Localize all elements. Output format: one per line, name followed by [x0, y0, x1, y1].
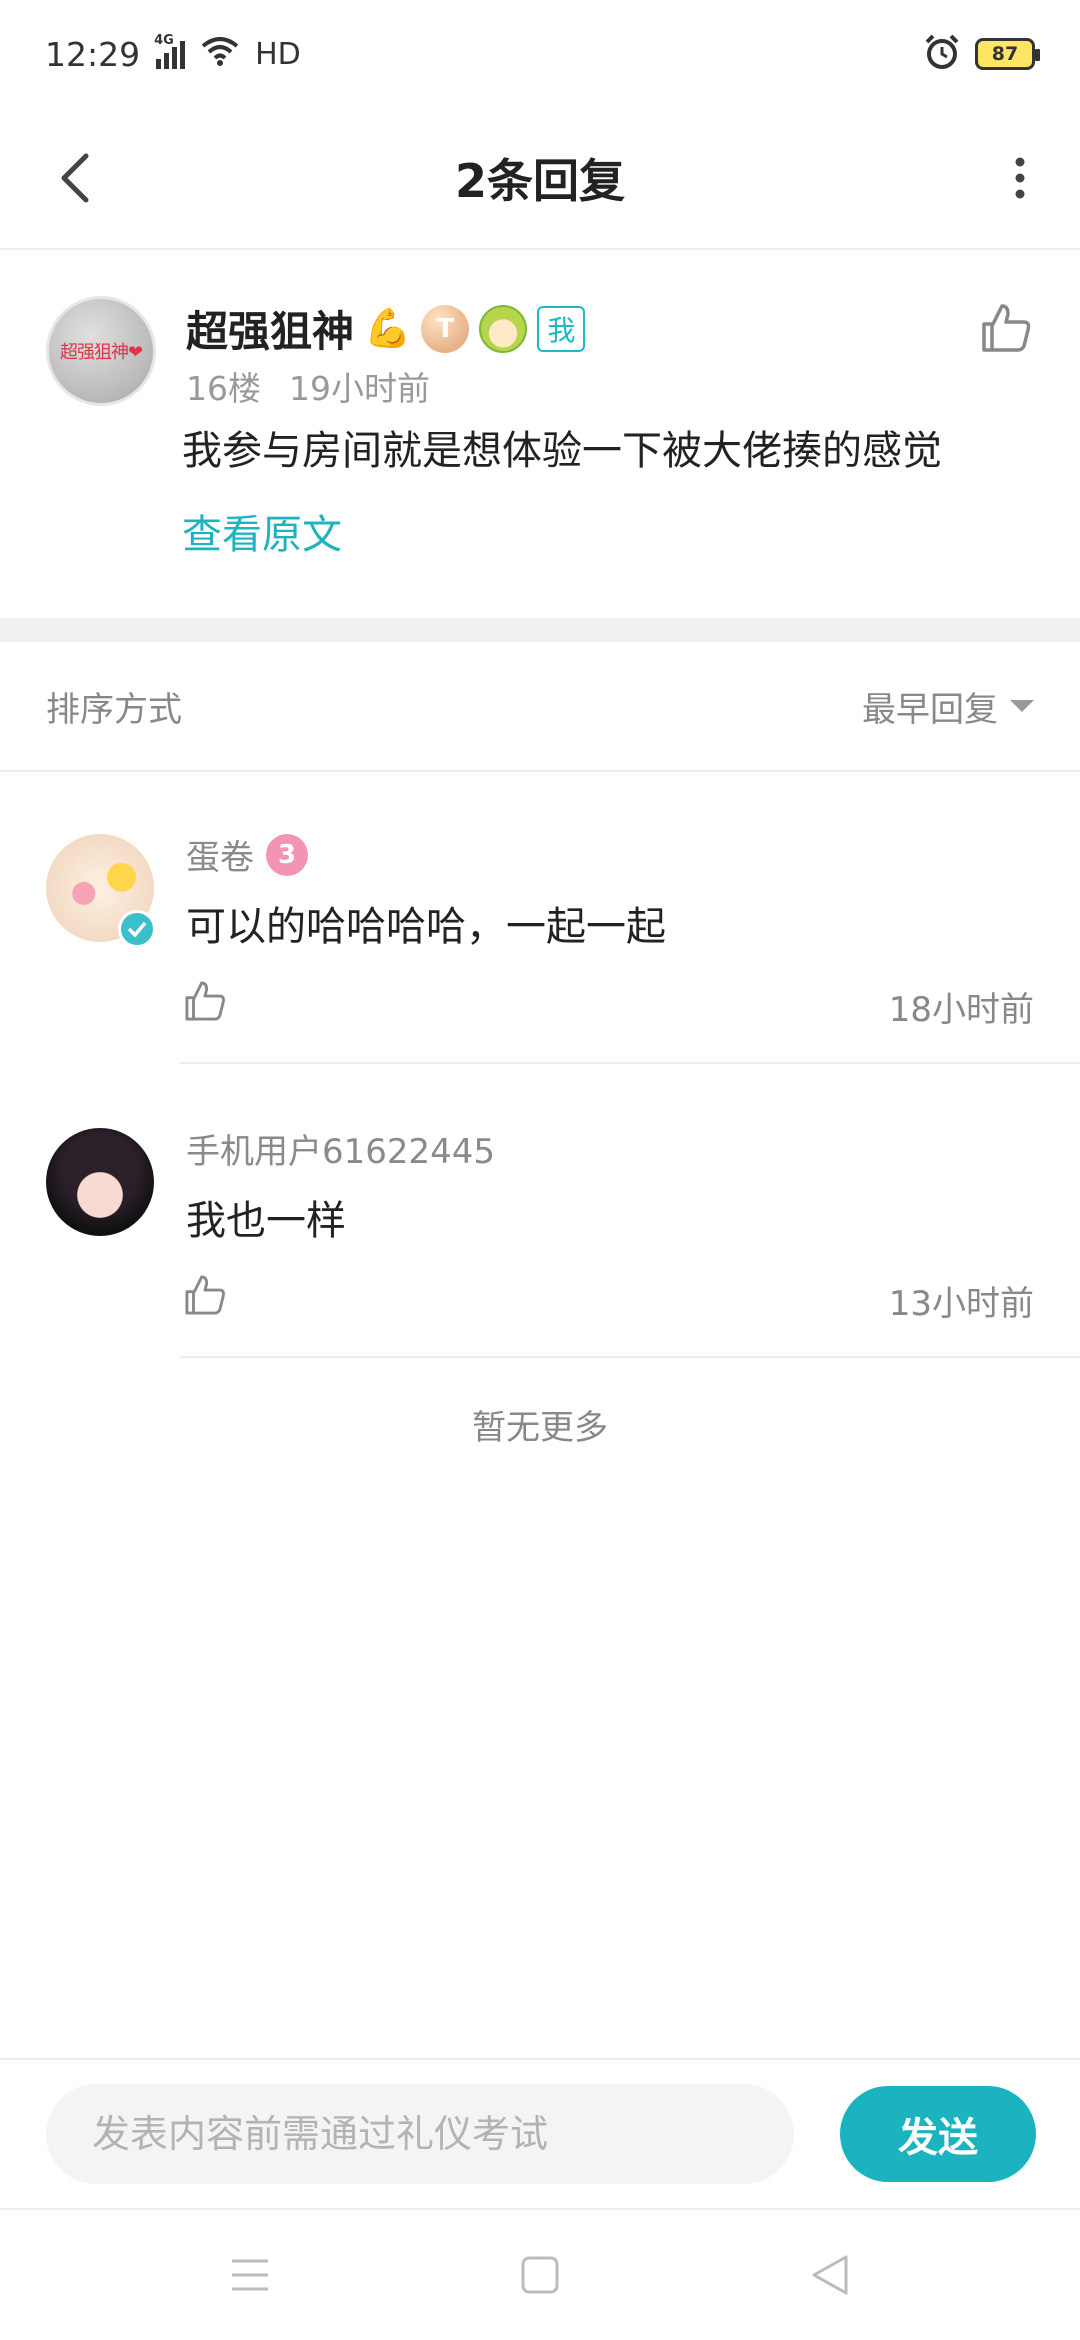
battery-icon: 87: [975, 38, 1040, 70]
chevron-down-icon: [1010, 700, 1034, 712]
network-type-label: 4G: [154, 33, 174, 48]
system-nav-bar: [0, 2208, 1080, 2340]
signal-icon: 4G: [154, 33, 186, 69]
status-right: 87: [923, 33, 1040, 75]
level-badge-icon: 3: [266, 833, 308, 876]
post-time: 19小时前: [289, 369, 430, 408]
sort-dropdown[interactable]: 最早回复: [862, 682, 1034, 731]
sort-selected: 最早回复: [862, 689, 998, 730]
avatar[interactable]: 超强狙神❤: [46, 296, 156, 406]
post-author-row: 超强狙神 💪 T 我: [186, 298, 586, 359]
thumbs-up-icon: [185, 981, 225, 1021]
flexed-arm-emoji: 💪: [364, 306, 412, 350]
page-title: 2条回复: [454, 154, 625, 208]
post-like-button[interactable]: [978, 300, 1034, 356]
reply-item: 蛋卷 3 可以的哈哈哈哈，一起一起 18小时前: [0, 772, 1080, 1064]
triangle-back-icon: [812, 2255, 848, 2295]
post-meta: 16楼 19小时前: [186, 362, 430, 410]
reply-composer: 发送: [0, 2058, 1080, 2208]
top-bar: 2条回复: [0, 108, 1080, 250]
level-badge-icon: T: [421, 304, 470, 353]
me-tag: 我: [537, 305, 586, 352]
no-more-label: 暂无更多: [472, 1408, 608, 1448]
back-arrow-icon: [61, 153, 89, 203]
reply-input[interactable]: [46, 2084, 794, 2184]
avatar[interactable]: [46, 1128, 154, 1236]
avatar-text: 超强狙神❤: [59, 342, 143, 363]
character-badge-icon: [479, 304, 528, 353]
post-content: 我参与房间就是想体验一下被大佬揍的感觉: [182, 428, 942, 474]
status-left: 12:29 4G HD: [45, 33, 301, 74]
view-original-link[interactable]: 查看原文: [182, 502, 342, 560]
send-button[interactable]: 发送: [840, 2086, 1036, 2182]
back-button[interactable]: [36, 138, 116, 218]
sort-bar: 排序方式 最早回复: [0, 642, 1080, 772]
thumbs-up-icon: [982, 304, 1031, 352]
hd-label: HD: [255, 36, 301, 72]
status-bar: 12:29 4G HD 87: [0, 0, 1080, 108]
reply-time: 13小时前: [888, 1284, 1034, 1324]
reply-username[interactable]: 手机用户61622445: [186, 1124, 495, 1173]
reply-username[interactable]: 蛋卷: [186, 830, 254, 879]
more-button[interactable]: [990, 138, 1050, 218]
more-dots-icon: [1015, 157, 1025, 199]
post-username[interactable]: 超强狙神: [186, 298, 354, 359]
reply-content: 可以的哈哈哈哈，一起一起: [186, 904, 666, 950]
reply-like-button[interactable]: [182, 1272, 228, 1318]
original-post: 超强狙神❤ 超强狙神 💪 T 我 16楼 19小时前 我参与房间就是想体验一下被…: [0, 250, 1080, 618]
divider: [180, 1062, 1080, 1064]
wifi-icon: [201, 35, 239, 74]
reply-author-row: 蛋卷 3: [186, 830, 308, 879]
menu-button[interactable]: [220, 2245, 280, 2305]
thumbs-up-icon: [185, 1275, 225, 1315]
sort-label: 排序方式: [46, 689, 182, 730]
reply-item: 手机用户61622445 我也一样 13小时前: [0, 1066, 1080, 1358]
home-button[interactable]: [510, 2245, 570, 2305]
reply-author-row: 手机用户61622445: [186, 1124, 495, 1173]
alarm-icon: [923, 33, 961, 75]
reply-content: 我也一样: [186, 1198, 346, 1244]
reply-detail-screen: 12:29 4G HD 87 2条回复 超强狙神❤ 超强狙神 💪 T 我 16楼…: [0, 0, 1080, 2340]
divider: [180, 1356, 1080, 1358]
section-divider: [0, 618, 1080, 642]
verified-check-icon: [118, 910, 156, 948]
reply-time: 18小时前: [888, 990, 1034, 1030]
floor-number: 16楼: [186, 369, 261, 408]
system-back-button[interactable]: [800, 2245, 860, 2305]
square-icon: [521, 2256, 559, 2294]
status-time: 12:29: [45, 34, 141, 74]
reply-like-button[interactable]: [182, 978, 228, 1024]
menu-lines-icon: [232, 2259, 268, 2291]
